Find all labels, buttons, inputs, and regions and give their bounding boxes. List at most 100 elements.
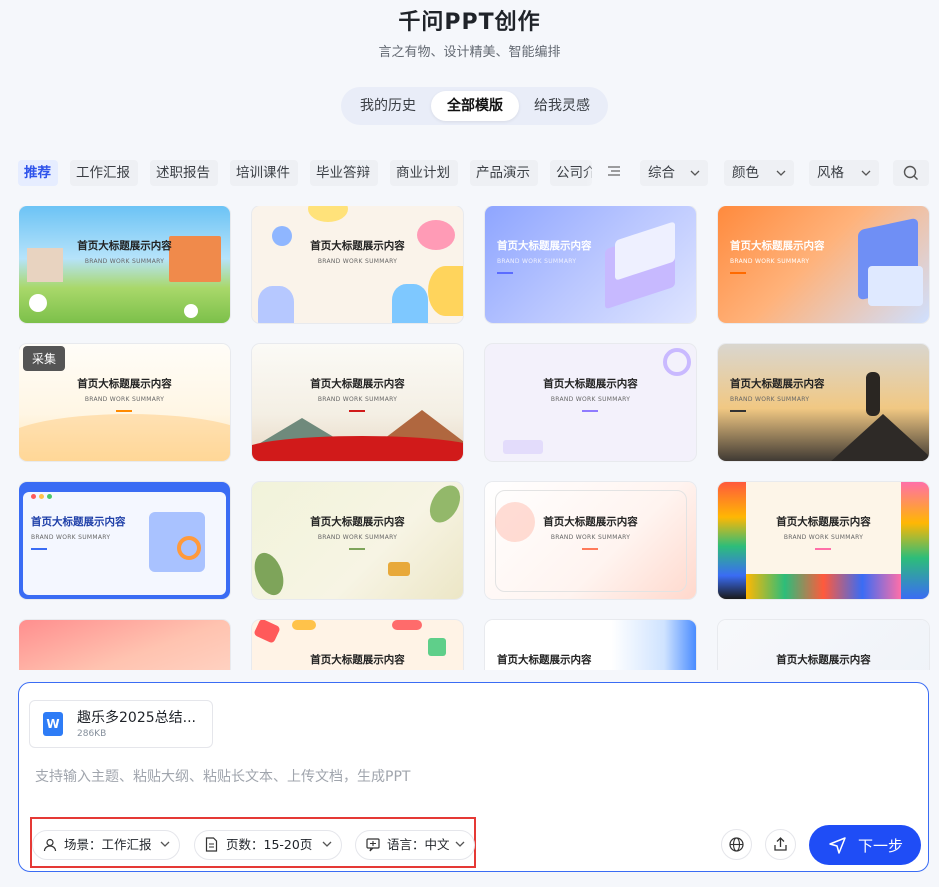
next-step-button[interactable]: 下一步 [809,825,921,865]
template-card[interactable]: 首页大标题展示内容 BRAND WORK SUMMARY [252,482,463,599]
template-subtitle: BRAND WORK SUMMARY [730,396,810,403]
template-accent-line [116,410,132,412]
search-icon [903,165,918,180]
mode-tabs: 我的历史 全部模版 给我灵感 [341,87,608,125]
tab-my-history[interactable]: 我的历史 [345,91,431,121]
category-business-plan[interactable]: 商业计划 [390,160,458,186]
send-icon [829,837,846,854]
template-title: 首页大标题展示内容 [310,654,405,666]
template-card[interactable]: 首页大标题展示内容 BRAND WORK SUMMARY [19,206,230,323]
filter-color-label: 颜色 [732,165,759,181]
template-card[interactable]: 首页大标题展示内容 [718,620,929,670]
attached-file[interactable]: W 趣乐多2025总结... 286KB [29,700,213,748]
template-subtitle: BRAND WORK SUMMARY [84,258,165,265]
chevron-down-icon [455,831,465,859]
template-title: 首页大标题展示内容 [730,240,825,252]
pages-select[interactable]: 页数：15-20页 [194,830,342,860]
template-subtitle: BRAND WORK SUMMARY [550,396,631,403]
template-card[interactable]: 首页大标题展示内容 BRAND WORK SUMMARY [718,206,929,323]
template-accent-line [730,272,746,274]
template-subtitle: BRAND WORK SUMMARY [730,258,810,265]
tab-all-templates[interactable]: 全部模版 [431,91,519,121]
word-doc-icon: W [43,712,63,736]
scene-label: 场景：工作汇报 [64,837,152,852]
template-title: 首页大标题展示内容 [310,516,405,528]
chevron-down-icon [160,831,170,859]
template-title: 首页大标题展示内容 [543,516,638,528]
filter-color-dropdown[interactable]: 颜色 [724,160,794,186]
template-title: 首页大标题展示内容 [497,654,592,666]
template-title: 首页大标题展示内容 [31,516,126,528]
template-title: 首页大标题展示内容 [77,378,172,390]
template-subtitle: BRAND WORK SUMMARY [497,258,577,265]
template-grid: 首页大标题展示内容 BRAND WORK SUMMARY 首页大标题展示内容 B… [19,206,930,670]
template-card[interactable]: 首页大标题展示内容 BRAND WORK SUMMARY [485,344,696,461]
category-training[interactable]: 培训课件 [230,160,298,186]
template-title: 首页大标题展示内容 [310,378,405,390]
template-card[interactable]: 首页大标题展示内容 BRAND WORK SUMMARY [485,482,696,599]
template-card[interactable]: 首页大标题展示内容 BRAND WORK SUMMARY [718,482,929,599]
sort-lines-icon[interactable] [604,160,624,186]
template-subtitle: BRAND WORK SUMMARY [317,534,398,541]
template-subtitle: BRAND WORK SUMMARY [317,258,398,265]
template-accent-line [349,548,365,550]
filter-style-dropdown[interactable]: 风格 [809,160,879,186]
template-accent-line [31,548,47,550]
web-search-button[interactable] [721,829,752,860]
category-work-report[interactable]: 工作汇报 [70,160,138,186]
template-accent-line [497,272,513,274]
chevron-down-icon [861,160,871,186]
chevron-down-icon [776,160,786,186]
template-subtitle: BRAND WORK SUMMARY [84,396,165,403]
next-step-label: 下一步 [858,837,904,855]
chevron-down-icon [322,831,332,859]
tab-inspiration[interactable]: 给我灵感 [519,91,605,121]
filter-sort-label: 综合 [648,165,675,181]
document-icon [205,831,218,862]
template-accent-line [815,548,831,550]
template-subtitle: BRAND WORK SUMMARY [550,534,631,541]
filter-sort-dropdown[interactable]: 综合 [640,160,708,186]
language-label: 语言：中文 [387,837,450,852]
category-duty-report[interactable]: 述职报告 [150,160,218,186]
template-card[interactable]: 首页大标题展示内容 BRAND WORK SUMMARY [252,344,463,461]
template-title: 首页大标题展示内容 [776,516,871,528]
template-title: 首页大标题展示内容 [77,240,172,252]
template-title: 首页大标题展示内容 [543,378,638,390]
template-title: 首页大标题展示内容 [776,654,871,666]
search-button[interactable] [893,160,929,186]
prompt-input[interactable]: 支持输入主题、粘贴大纲、粘贴长文本、上传文档，生成PPT [35,766,410,786]
template-accent-line [730,410,746,412]
scene-select[interactable]: 场景：工作汇报 [32,830,180,860]
upload-icon [774,837,787,851]
template-card[interactable] [19,620,230,670]
template-card[interactable]: 首页大标题展示内容 BRAND WORK SUMMARY [718,344,929,461]
page-subtitle: 言之有物、设计精美、智能编排 [378,45,561,60]
template-card[interactable]: 首页大标题展示内容 BRAND WORK SUMMARY [19,482,230,599]
pages-label: 页数：15-20页 [226,837,313,852]
page-title: 千问PPT创作 [398,10,541,35]
template-card[interactable]: 首页大标题展示内容 BRAND WORK SUMMARY [485,206,696,323]
file-size: 286KB [77,729,107,739]
template-card[interactable]: 首页大标题展示内容 BRAND WORK SUMMARY [252,206,463,323]
template-subtitle: BRAND WORK SUMMARY [783,534,864,541]
language-select[interactable]: 语言：中文 [355,830,475,860]
category-recommended[interactable]: 推荐 [18,160,58,186]
globe-icon [729,837,744,852]
chevron-down-icon [690,160,700,186]
template-subtitle: BRAND WORK SUMMARY [317,396,398,403]
template-card[interactable]: 采集 首页大标题展示内容 BRAND WORK SUMMARY [19,344,230,461]
template-title: 首页大标题展示内容 [497,240,592,252]
category-graduation[interactable]: 毕业答辩 [310,160,378,186]
user-icon [43,831,57,862]
template-card[interactable]: 首页大标题展示内容 [252,620,463,670]
upload-button[interactable] [765,829,796,860]
template-accent-line [349,410,365,412]
template-title: 首页大标题展示内容 [310,240,405,252]
file-name: 趣乐多2025总结... [77,710,196,726]
filter-style-label: 风格 [817,165,844,181]
language-icon [366,831,380,862]
category-product-demo[interactable]: 产品演示 [470,160,538,186]
template-card[interactable]: 首页大标题展示内容 [485,620,696,670]
collect-badge: 采集 [23,346,66,371]
